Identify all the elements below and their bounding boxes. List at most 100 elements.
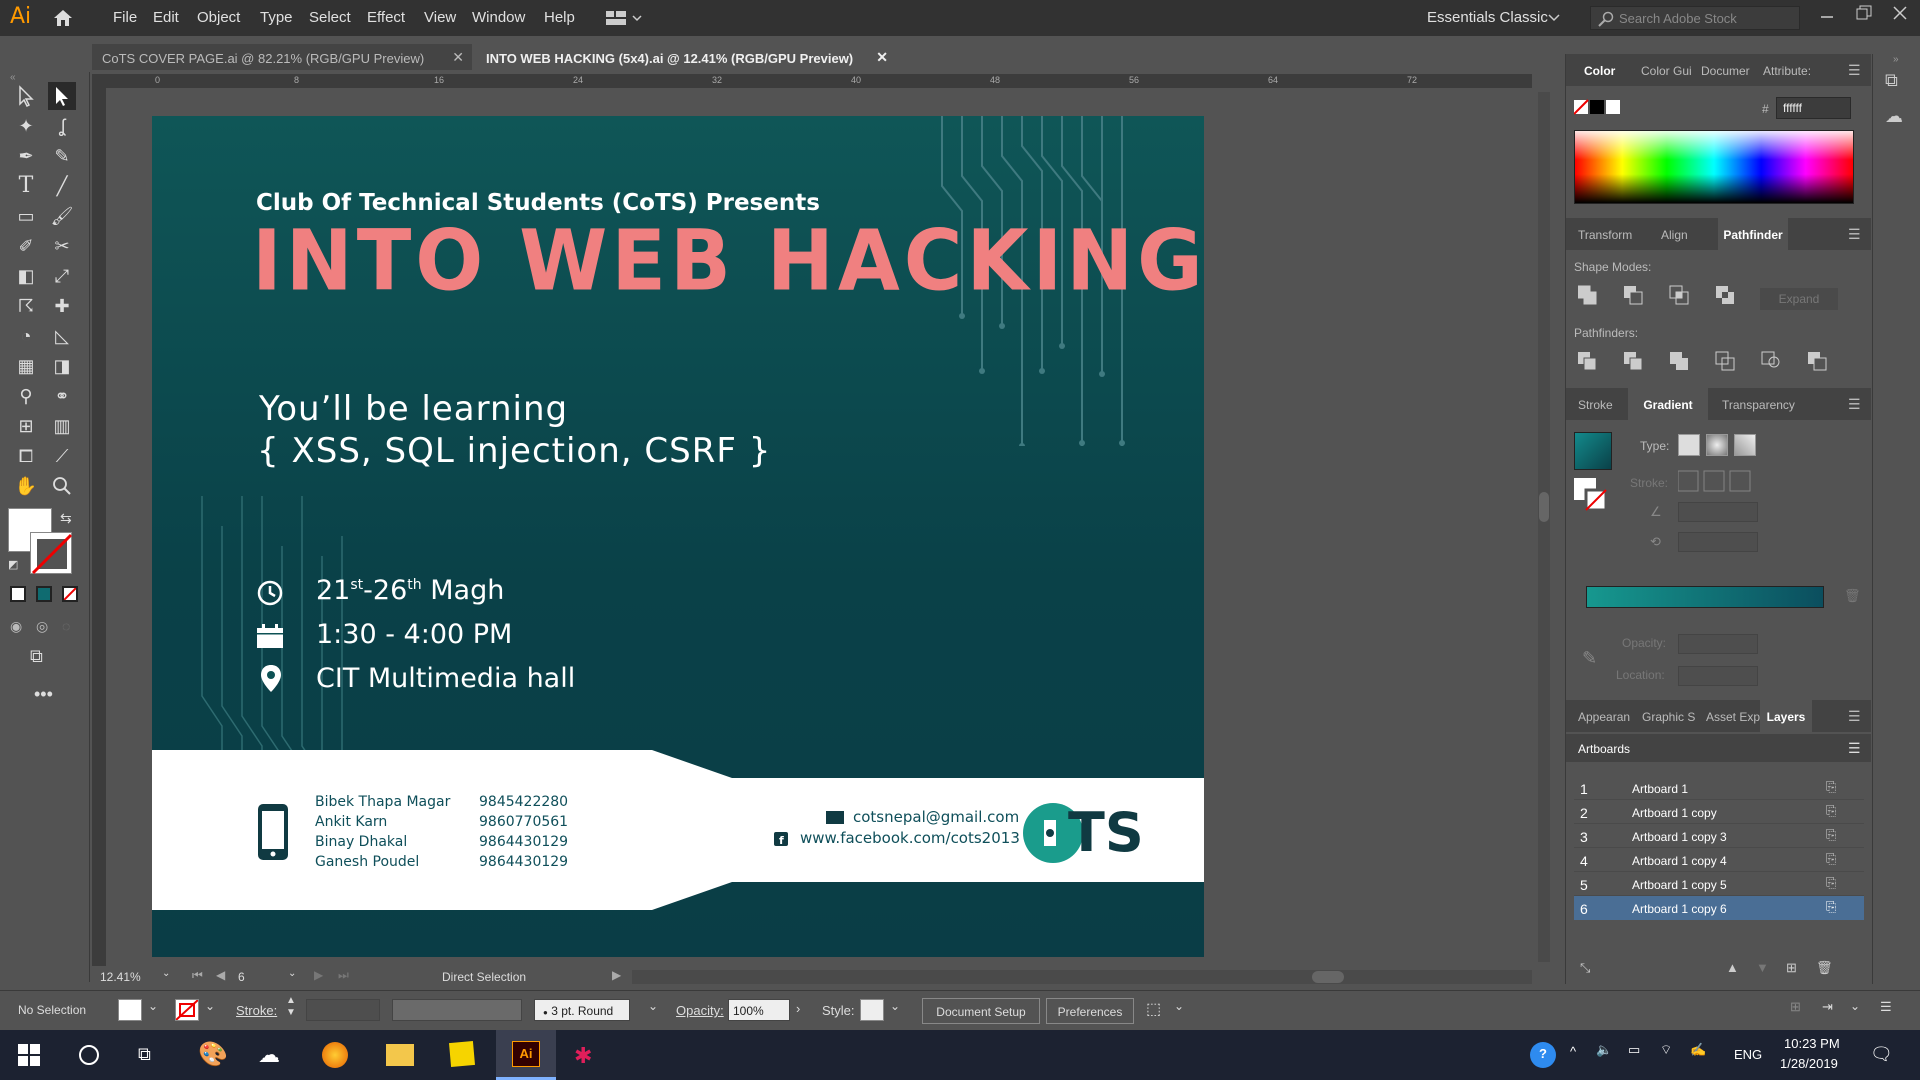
stroke-stepper[interactable]: ▲ ▼ xyxy=(286,995,296,1019)
menu-select[interactable]: Select xyxy=(309,9,351,26)
direct-selection-tool-icon[interactable] xyxy=(48,82,76,110)
search-circle-icon[interactable] xyxy=(78,1044,100,1066)
scale-tool-icon[interactable]: ⤢ xyxy=(48,262,76,290)
angle-field[interactable] xyxy=(1678,502,1758,522)
type-tool-icon[interactable]: T xyxy=(12,172,40,200)
menu-window[interactable]: Window xyxy=(472,9,525,26)
next-artboard-icon[interactable]: ▶ xyxy=(314,968,323,982)
minimize-button[interactable] xyxy=(1820,10,1834,24)
tab-into-web-hacking[interactable]: INTO WEB HACKING (5x4).ai @ 12.41% (RGB/… xyxy=(476,44,896,70)
tab-stroke[interactable]: Stroke xyxy=(1578,398,1613,412)
clock-time[interactable]: 10:23 PM xyxy=(1784,1036,1840,1051)
draw-behind-icon[interactable]: ◎ xyxy=(36,618,48,635)
gradient-type-freeform[interactable] xyxy=(1734,434,1756,456)
location-field[interactable] xyxy=(1678,666,1758,686)
restore-button[interactable] xyxy=(1856,5,1872,21)
opacity-field[interactable]: 100% xyxy=(728,999,790,1021)
rearrange-artboards-icon[interactable]: ⤡ xyxy=(1580,960,1590,976)
wifi-icon[interactable]: ⌔ xyxy=(1660,1042,1672,1058)
warp-tool-icon[interactable]: ☈ xyxy=(12,292,40,320)
chevron-down-icon[interactable]: ⌄ xyxy=(1174,999,1184,1013)
gradient-type-radial[interactable] xyxy=(1706,434,1728,456)
tab-graphic-styles[interactable]: Graphic S xyxy=(1642,710,1695,724)
firefox-icon[interactable] xyxy=(322,1042,348,1068)
menu-object[interactable]: Object xyxy=(197,9,240,26)
previous-artboard-icon[interactable]: ◀ xyxy=(216,968,225,982)
more-tools-icon[interactable]: ••• xyxy=(34,684,53,705)
libraries-icon[interactable]: ⧉ xyxy=(1885,70,1909,94)
move-down-icon[interactable]: ▼ xyxy=(1756,960,1769,975)
draw-normal-icon[interactable]: ◉ xyxy=(10,618,22,635)
sticky-notes-icon[interactable] xyxy=(448,1040,476,1068)
chevron-right-icon[interactable]: › xyxy=(796,1001,800,1016)
close-icon[interactable]: ✕ xyxy=(876,49,888,66)
chevron-up-icon[interactable]: ^ xyxy=(1570,1044,1576,1059)
artboard-row[interactable]: 5 Artboard 1 copy 5 ⎘ xyxy=(1574,872,1864,896)
gradient-slider[interactable] xyxy=(1586,586,1824,608)
lasso-icon[interactable]: ʆ xyxy=(48,112,76,140)
stroke-color-swatch[interactable] xyxy=(175,999,199,1021)
transform-icon[interactable]: ⇥ xyxy=(1822,999,1833,1015)
tab-color[interactable]: Color xyxy=(1584,64,1615,78)
variable-width-profile[interactable] xyxy=(392,999,522,1021)
menu-edit[interactable]: Edit xyxy=(153,9,179,26)
document-setup-button[interactable]: Document Setup xyxy=(922,998,1040,1024)
slice-tool-icon[interactable]: ⟋ xyxy=(48,442,76,470)
menu-effect[interactable]: Effect xyxy=(367,9,405,26)
cloud-app-icon[interactable]: ☁ xyxy=(258,1042,280,1068)
battery-icon[interactable]: ▭ xyxy=(1628,1042,1640,1058)
gradient-type-linear[interactable] xyxy=(1678,434,1700,456)
stroke-weight-field[interactable] xyxy=(306,999,380,1021)
paintbrush-icon[interactable]: 🖌 xyxy=(48,202,76,230)
arrange-documents-icon[interactable] xyxy=(606,10,642,26)
trash-icon[interactable]: 🗑 xyxy=(1844,588,1861,604)
fill-color-swatch[interactable] xyxy=(118,999,142,1021)
eyedropper-icon[interactable]: ✎ xyxy=(1582,648,1597,669)
curvature-tool-icon[interactable]: ✎ xyxy=(48,142,76,170)
graphic-style-swatch[interactable] xyxy=(860,999,884,1021)
artboard-options-icon[interactable]: ⎘ xyxy=(1826,851,1836,867)
chevron-down-icon[interactable]: ⌄ xyxy=(205,999,215,1013)
artboard-options-icon[interactable]: ⎘ xyxy=(1826,779,1836,795)
move-up-icon[interactable]: ▲ xyxy=(1726,960,1739,975)
language-indicator[interactable]: ENG xyxy=(1734,1047,1762,1062)
panel-menu-icon[interactable]: ☰ xyxy=(1848,62,1861,79)
new-artboard-icon[interactable]: ⊞ xyxy=(1786,960,1797,976)
close-icon[interactable]: ✕ xyxy=(452,49,464,66)
hex-input[interactable]: ffffff xyxy=(1776,97,1851,119)
draw-inside-icon[interactable]: ◌ xyxy=(62,618,70,634)
control-menu-icon[interactable]: ☰ xyxy=(1880,999,1892,1015)
scroll-thumb[interactable] xyxy=(1539,492,1549,522)
slack-icon[interactable]: ✱ xyxy=(574,1043,592,1069)
tab-layers[interactable]: Layers xyxy=(1760,700,1812,732)
notification-icon[interactable]: 🗨 xyxy=(1870,1044,1893,1065)
eyedropper-icon[interactable]: ⚲ xyxy=(12,382,40,410)
menu-file[interactable]: File xyxy=(113,9,137,26)
menu-view[interactable]: View xyxy=(424,9,456,26)
panel-menu-icon[interactable]: ☰ xyxy=(1848,226,1861,243)
gradient-fill-stroke-swatch[interactable] xyxy=(1574,478,1610,514)
zoom-level[interactable]: 12.41% xyxy=(100,970,141,984)
tab-appearance[interactable]: Appearan xyxy=(1578,710,1630,724)
gradient-mode-icon[interactable] xyxy=(36,586,52,602)
tab-color-guide[interactable]: Color Gui xyxy=(1641,64,1692,78)
menu-type[interactable]: Type xyxy=(260,9,293,26)
fill-stroke-mini[interactable] xyxy=(1574,98,1624,118)
symbol-sprayer-icon[interactable]: ⊞ xyxy=(12,412,40,440)
panel-menu-icon[interactable]: ☰ xyxy=(1848,396,1861,413)
stroke-label[interactable]: Stroke: xyxy=(236,1003,277,1018)
none-mode-icon[interactable] xyxy=(62,586,78,602)
chevron-down-icon[interactable]: ⌄ xyxy=(890,999,900,1013)
hand-tool-icon[interactable]: ✋ xyxy=(12,472,40,500)
status-menu-icon[interactable]: ▶ xyxy=(612,968,621,982)
scissors-icon[interactable]: ✂ xyxy=(48,232,76,260)
home-icon[interactable] xyxy=(52,8,74,28)
help-icon[interactable]: ? xyxy=(1530,1042,1556,1068)
artboard-number-field[interactable]: 6 xyxy=(238,970,245,984)
expand-button[interactable]: Expand xyxy=(1760,288,1838,310)
opacity-label[interactable]: Opacity: xyxy=(676,1003,724,1018)
artboard-options-icon[interactable]: ⎘ xyxy=(1826,803,1836,819)
artboard-row[interactable]: 1 Artboard 1 ⎘ xyxy=(1574,776,1864,800)
artboard-row-selected[interactable]: 6 Artboard 1 copy 6 ⎘ xyxy=(1574,896,1864,920)
close-button[interactable] xyxy=(1892,5,1908,21)
